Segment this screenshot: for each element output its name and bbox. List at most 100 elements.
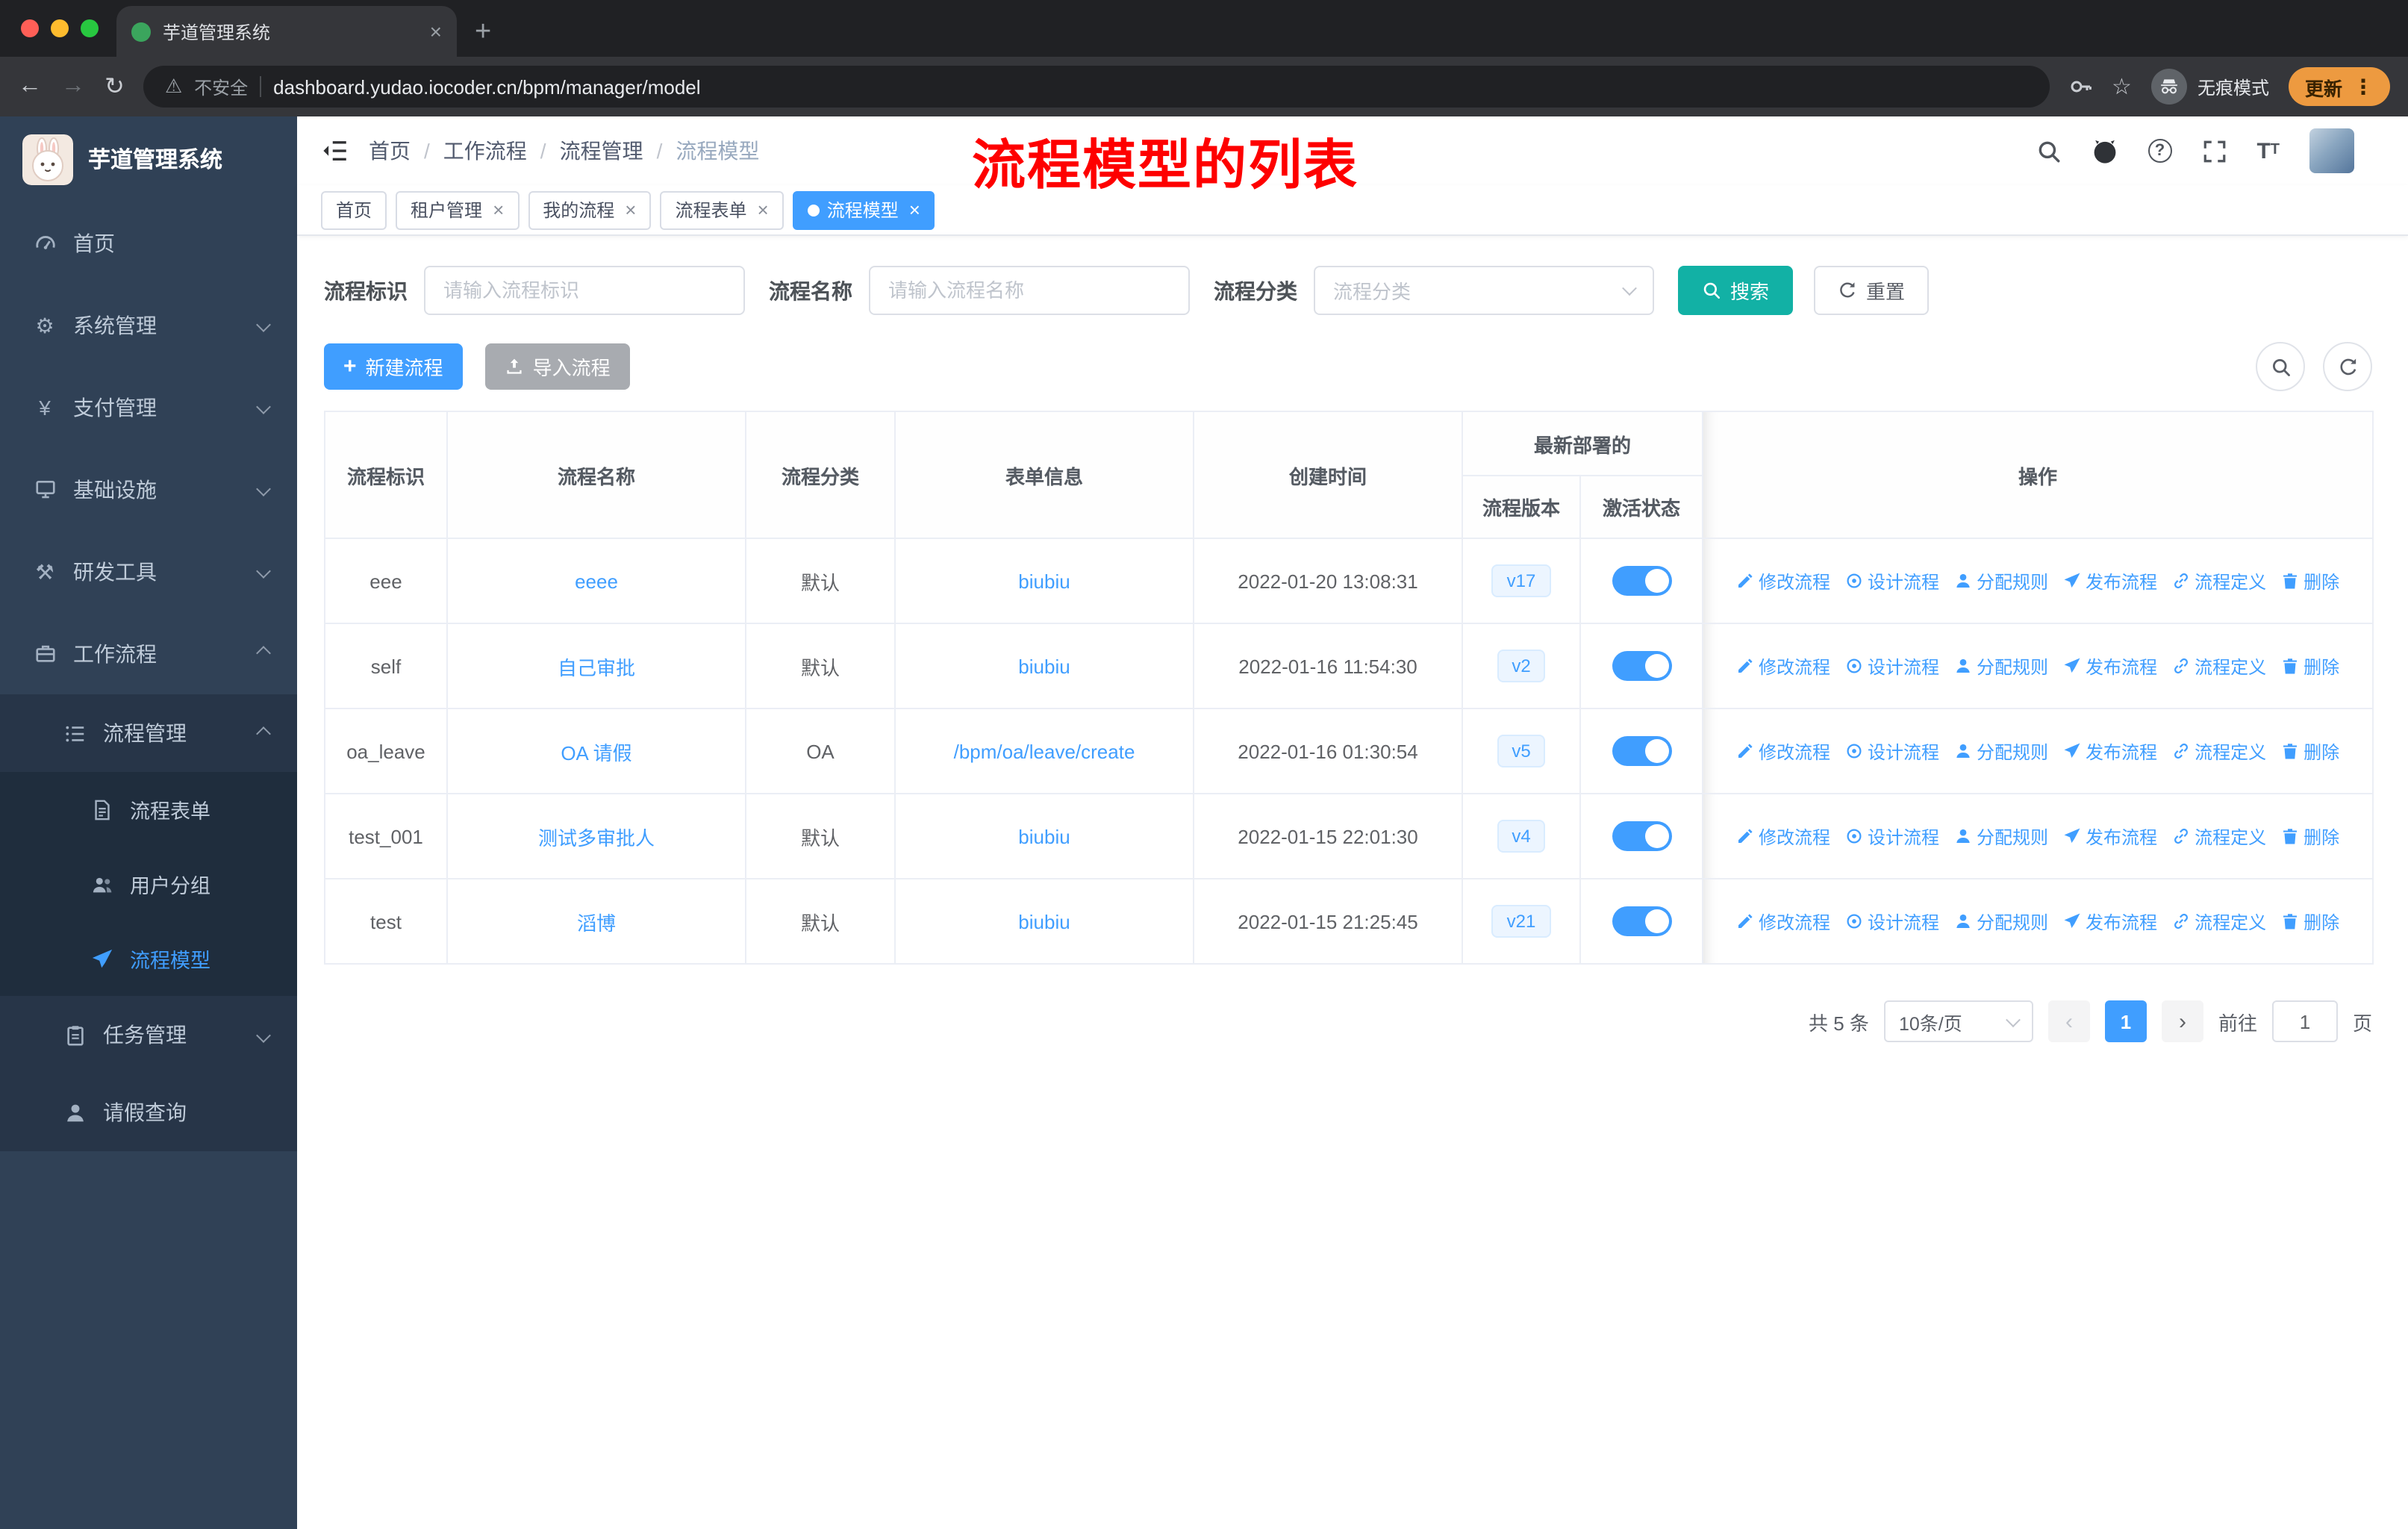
op-design-link[interactable]: 设计流程	[1845, 738, 1939, 764]
active-toggle[interactable]	[1612, 736, 1671, 766]
fullscreen-icon[interactable]	[2201, 138, 2227, 164]
breadcrumb-home[interactable]: 首页	[369, 136, 430, 166]
sidebar-item-task-management[interactable]: 任务管理	[0, 996, 297, 1074]
process-name-link[interactable]: 滔博	[577, 912, 616, 934]
process-name-link[interactable]: OA 请假	[561, 741, 631, 764]
op-assign-rules-link[interactable]: 分配规则	[1954, 823, 2048, 849]
reload-icon[interactable]: ↻	[105, 72, 125, 102]
op-design-link[interactable]: 设计流程	[1845, 823, 1939, 849]
form-info-link[interactable]: biubiu	[1018, 825, 1070, 847]
update-button[interactable]: 更新 ⋮	[2288, 67, 2390, 106]
font-size-icon[interactable]: TT	[2256, 140, 2280, 162]
back-icon[interactable]: ←	[18, 73, 42, 100]
op-edit-link[interactable]: 修改流程	[1736, 738, 1830, 764]
refresh-table-button[interactable]	[2323, 342, 2372, 391]
minimize-window-button[interactable]	[51, 19, 69, 37]
process-name-link[interactable]: eeee	[575, 570, 618, 592]
bookmark-star-icon[interactable]: ☆	[2112, 73, 2132, 100]
browser-menu-icon[interactable]: ⋮	[2353, 74, 2374, 99]
op-publish-link[interactable]: 发布流程	[2063, 909, 2157, 934]
op-assign-rules-link[interactable]: 分配规则	[1954, 909, 2048, 934]
tag-home[interactable]: 首页	[321, 190, 387, 229]
op-delete-link[interactable]: 删除	[2281, 568, 2339, 594]
version-badge[interactable]: v21	[1491, 904, 1551, 938]
op-definition-link[interactable]: 流程定义	[2172, 653, 2266, 679]
op-publish-link[interactable]: 发布流程	[2063, 568, 2157, 594]
page-1-button[interactable]: 1	[2104, 1000, 2147, 1042]
tag-process-model[interactable]: 流程模型 ×	[792, 190, 935, 229]
new-tab-button[interactable]: +	[475, 18, 491, 46]
op-edit-link[interactable]: 修改流程	[1736, 823, 1830, 849]
process-name-input[interactable]	[869, 266, 1190, 315]
form-info-link[interactable]: biubiu	[1018, 655, 1070, 677]
process-id-input[interactable]	[424, 266, 745, 315]
op-delete-link[interactable]: 删除	[2281, 909, 2339, 934]
next-page-button[interactable]: ›	[2161, 1000, 2203, 1042]
close-window-button[interactable]	[21, 19, 39, 37]
tag-tenant-management[interactable]: 租户管理 ×	[396, 190, 520, 229]
op-edit-link[interactable]: 修改流程	[1736, 653, 1830, 679]
help-icon[interactable]: ?	[2147, 139, 2172, 163]
sidebar-item-process-form[interactable]: 流程表单	[0, 772, 297, 847]
tab-close-icon[interactable]: ×	[430, 19, 442, 43]
active-toggle[interactable]	[1612, 651, 1671, 681]
op-definition-link[interactable]: 流程定义	[2172, 823, 2266, 849]
browser-tab[interactable]: 芋道管理系统 ×	[116, 6, 457, 57]
search-icon[interactable]	[2036, 138, 2061, 164]
op-publish-link[interactable]: 发布流程	[2063, 823, 2157, 849]
sidebar-item-infrastructure[interactable]: 基础设施	[0, 448, 297, 530]
github-icon[interactable]	[2091, 137, 2118, 164]
incognito-icon[interactable]	[2150, 69, 2187, 105]
tag-process-form[interactable]: 流程表单 ×	[660, 190, 784, 229]
process-name-link[interactable]: 自己审批	[558, 656, 635, 679]
op-assign-rules-link[interactable]: 分配规则	[1954, 738, 2048, 764]
sidebar-item-workflow[interactable]: 工作流程	[0, 612, 297, 694]
close-icon[interactable]: ×	[909, 200, 920, 219]
sidebar-item-process-model[interactable]: 流程模型	[0, 921, 297, 996]
process-name-link[interactable]: 测试多审批人	[538, 826, 655, 849]
op-design-link[interactable]: 设计流程	[1845, 568, 1939, 594]
close-icon[interactable]: ×	[625, 200, 636, 219]
sidebar-item-dev-tools[interactable]: ⚒ 研发工具	[0, 530, 297, 612]
form-info-link[interactable]: /bpm/oa/leave/create	[954, 740, 1135, 762]
op-definition-link[interactable]: 流程定义	[2172, 738, 2266, 764]
sidebar-item-process-management[interactable]: 流程管理	[0, 694, 297, 772]
op-publish-link[interactable]: 发布流程	[2063, 738, 2157, 764]
breadcrumb-workflow[interactable]: 工作流程	[443, 136, 546, 166]
password-key-icon[interactable]	[2068, 75, 2092, 99]
sidebar-item-home[interactable]: 首页	[0, 202, 297, 284]
sidebar-item-user-group[interactable]: 用户分组	[0, 847, 297, 921]
sidebar-item-system-management[interactable]: ⚙ 系统管理	[0, 284, 297, 366]
close-icon[interactable]: ×	[493, 200, 504, 219]
op-edit-link[interactable]: 修改流程	[1736, 568, 1830, 594]
forward-icon[interactable]: →	[61, 73, 85, 100]
active-toggle[interactable]	[1612, 906, 1671, 936]
active-toggle[interactable]	[1612, 821, 1671, 851]
op-delete-link[interactable]: 删除	[2281, 823, 2339, 849]
breadcrumb-process-management[interactable]: 流程管理	[560, 136, 663, 166]
search-button[interactable]: 搜索	[1678, 266, 1794, 315]
op-delete-link[interactable]: 删除	[2281, 738, 2339, 764]
active-toggle[interactable]	[1612, 566, 1671, 596]
import-process-button[interactable]: 导入流程	[484, 343, 630, 390]
security-warning-icon[interactable]: ⚠	[165, 75, 182, 99]
goto-page-input[interactable]	[2271, 1000, 2338, 1042]
sidebar-item-leave-query[interactable]: 请假查询	[0, 1074, 297, 1151]
user-avatar[interactable]	[2309, 128, 2354, 173]
prev-page-button[interactable]: ‹	[2047, 1000, 2090, 1042]
version-badge[interactable]: v4	[1497, 819, 1546, 853]
tag-my-process[interactable]: 我的流程 ×	[528, 190, 652, 229]
op-design-link[interactable]: 设计流程	[1845, 653, 1939, 679]
toggle-search-button[interactable]	[2256, 342, 2305, 391]
version-badge[interactable]: v5	[1497, 734, 1546, 768]
op-edit-link[interactable]: 修改流程	[1736, 909, 1830, 934]
zoom-window-button[interactable]	[81, 19, 99, 37]
form-info-link[interactable]: biubiu	[1018, 910, 1070, 932]
op-assign-rules-link[interactable]: 分配规则	[1954, 568, 2048, 594]
close-icon[interactable]: ×	[758, 200, 769, 219]
address-bar[interactable]: ⚠ 不安全 dashboard.yudao.iocoder.cn/bpm/man…	[143, 66, 2050, 108]
op-assign-rules-link[interactable]: 分配规则	[1954, 653, 2048, 679]
category-select[interactable]: 流程分类	[1314, 266, 1654, 315]
sidebar-fold-icon[interactable]	[321, 137, 348, 164]
op-definition-link[interactable]: 流程定义	[2172, 909, 2266, 934]
